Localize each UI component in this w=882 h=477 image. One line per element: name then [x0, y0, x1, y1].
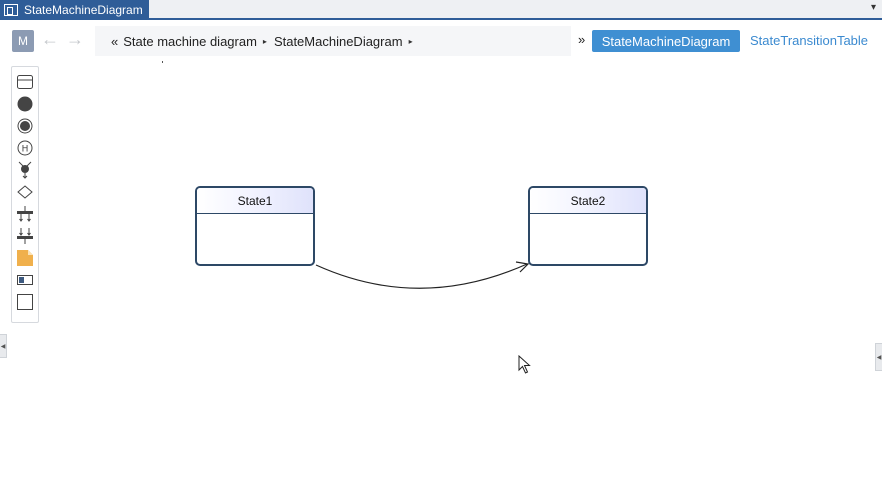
breadcrumb: « State machine diagram ▸ StateMachineDi… — [95, 26, 571, 56]
tab-title: StateMachineDiagram — [24, 2, 143, 17]
model-button[interactable]: M — [12, 30, 34, 52]
state-name[interactable]: State2 — [530, 188, 646, 214]
breadcrumb-separator-icon[interactable]: ▸ — [263, 37, 267, 46]
diagram-icon — [4, 3, 18, 16]
tab-state-machine-diagram[interactable]: StateMachineDiagram — [0, 0, 149, 19]
state-name[interactable]: State1 — [197, 188, 313, 214]
breadcrumb-item-diagram[interactable]: StateMachineDiagram — [274, 34, 403, 49]
tab-strip: StateMachineDiagram ▾ — [0, 0, 882, 20]
diagram-canvas[interactable]: State1 State2 — [0, 60, 882, 477]
tab-state-transition-table[interactable]: StateTransitionTable — [750, 33, 868, 48]
breadcrumb-separator-icon[interactable]: ▸ — [409, 37, 413, 46]
back-arrow-icon[interactable]: ← — [41, 29, 59, 50]
tab-state-machine-diagram-view[interactable]: StateMachineDiagram — [592, 30, 740, 52]
mouse-cursor-icon — [518, 355, 531, 374]
forward-arrow-icon[interactable]: → — [66, 29, 84, 50]
breadcrumb-overflow[interactable]: « — [111, 34, 118, 49]
breadcrumb-item-state-machine-diagram[interactable]: State machine diagram — [123, 34, 257, 49]
state-node[interactable]: State2 — [528, 186, 648, 266]
more-views-icon[interactable]: » — [578, 32, 585, 47]
diagram-toolbar: M ← → « State machine diagram ▸ StateMac… — [0, 22, 882, 60]
state-node[interactable]: State1 — [195, 186, 315, 266]
chevron-down-icon[interactable]: ▾ — [871, 2, 876, 13]
